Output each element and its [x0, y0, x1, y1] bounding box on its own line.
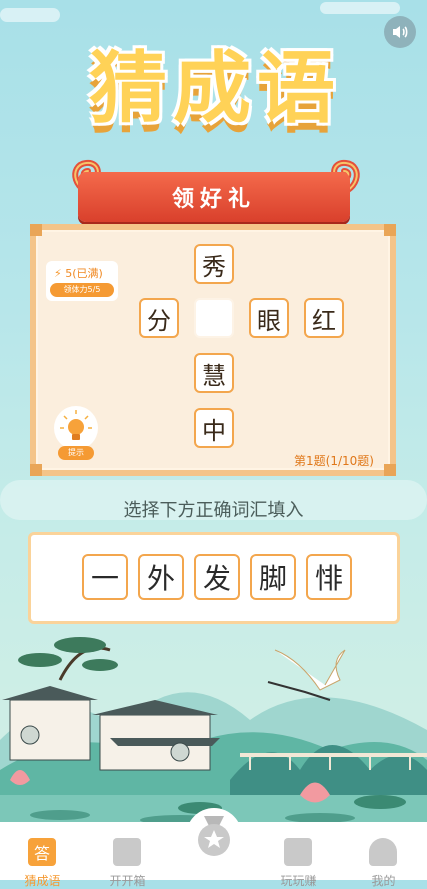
hint-label: 提示: [58, 446, 94, 460]
grid-cell: 分: [139, 298, 179, 338]
grid-cell: 眼: [249, 298, 289, 338]
game-title: 猜成语 猜成语: [40, 22, 390, 144]
tab-label: 开开箱: [109, 874, 146, 888]
tab-profile[interactable]: 我的: [341, 822, 426, 888]
instruction-text: 选择下方正确词汇填入: [123, 500, 304, 521]
user-icon: [369, 838, 397, 866]
cloud: [0, 8, 60, 22]
gift-box-icon: [113, 838, 141, 866]
board-corner: [384, 464, 396, 476]
board-corner: [384, 224, 396, 236]
landscape-svg: [0, 637, 427, 830]
energy-panel: ⚡ 5(已满) 领体力5/5: [46, 261, 118, 301]
grid-cell: 秀: [194, 244, 234, 284]
title-text: 猜成语: [88, 43, 341, 134]
tab-label: 猜成语: [24, 874, 61, 888]
grid-cell: 慧: [194, 353, 234, 393]
lightning-icon: ⚡: [54, 267, 62, 280]
board-corner: [30, 464, 42, 476]
option-button[interactable]: 一: [82, 554, 128, 600]
energy-count: ⚡ 5(已满): [54, 267, 103, 280]
cloud: [320, 2, 400, 14]
tab-label: 我的: [371, 874, 396, 888]
grid-cell: 红: [304, 298, 344, 338]
claim-energy-button[interactable]: 领体力5/5: [50, 283, 114, 297]
grid-cell: 中: [194, 408, 234, 448]
speaker-icon: [393, 26, 408, 38]
claim-gift-banner[interactable]: 领好礼: [78, 172, 350, 222]
tab-label: 玩玩赚: [280, 874, 317, 888]
tab-play-earn[interactable]: 玩玩赚: [256, 822, 341, 888]
option-button[interactable]: 发: [194, 554, 240, 600]
option-button[interactable]: 悱: [306, 554, 352, 600]
landscape-illustration: [0, 620, 427, 830]
board-corner: [30, 224, 42, 236]
banner-label: 领好礼: [171, 187, 256, 212]
grid-cell-empty[interactable]: [194, 298, 234, 338]
tab-guess-idiom[interactable]: 答 猜成语: [0, 822, 85, 888]
hint-bulb-container: [54, 406, 98, 450]
answer-icon: 答: [28, 838, 56, 866]
option-button[interactable]: 脚: [250, 554, 296, 600]
hint-button[interactable]: 提示: [52, 406, 100, 460]
center-badge[interactable]: [186, 808, 242, 864]
option-button[interactable]: 外: [138, 554, 184, 600]
medal-icon: [198, 816, 230, 856]
tab-open-box[interactable]: 开开箱: [85, 822, 170, 888]
lightbulb-icon: [60, 410, 92, 440]
phone-icon: [284, 838, 312, 866]
question-progress: 第1题(1/10题): [294, 454, 374, 468]
